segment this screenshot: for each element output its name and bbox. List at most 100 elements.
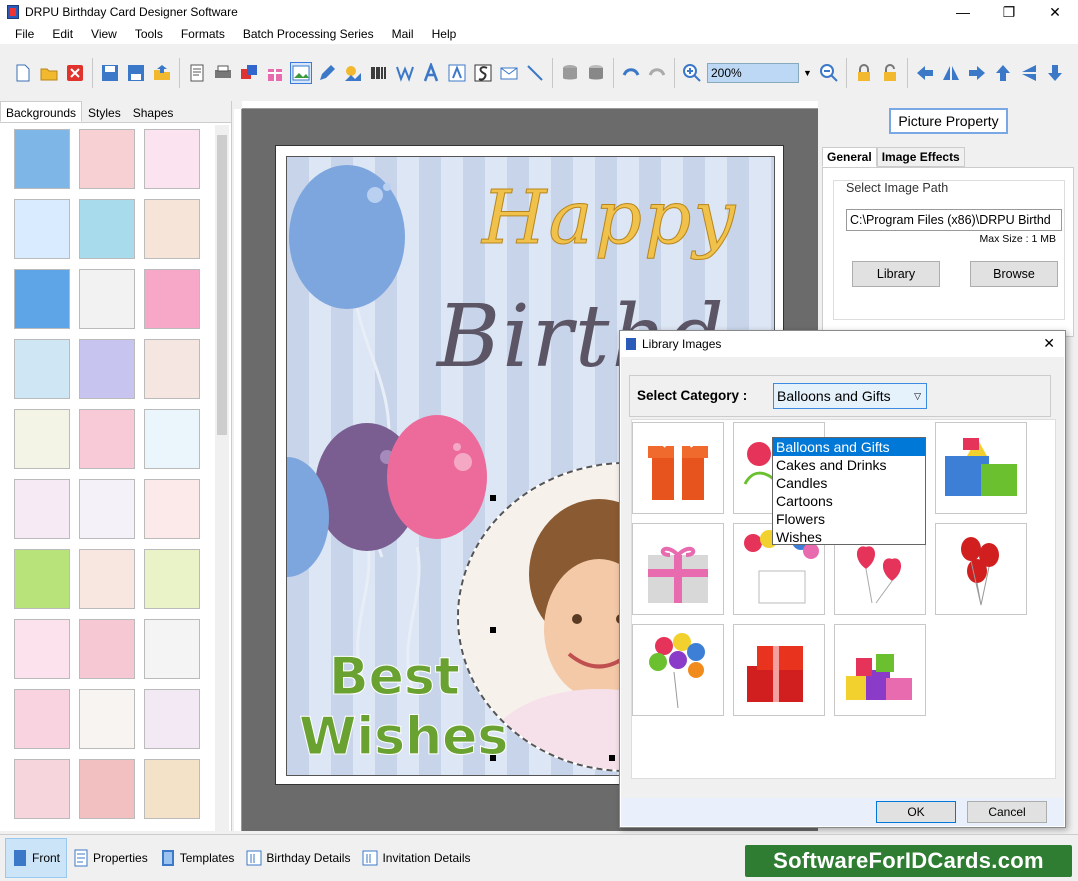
background-thumbnail[interactable] — [144, 269, 200, 329]
unlock-icon[interactable] — [879, 62, 901, 84]
category-option-balloons-and-gifts[interactable]: Balloons and Gifts — [773, 438, 925, 456]
lock-icon[interactable] — [853, 62, 875, 84]
bottom-tab-properties[interactable]: Properties — [67, 838, 154, 878]
library-image-red-gift-stack[interactable] — [733, 624, 825, 716]
category-option-candles[interactable]: Candles — [773, 474, 925, 492]
background-thumbnail[interactable] — [14, 339, 70, 399]
background-thumbnail[interactable] — [144, 549, 200, 609]
library-button[interactable]: Library — [852, 261, 940, 287]
print-icon[interactable] — [212, 62, 234, 84]
background-thumbnail[interactable] — [144, 759, 200, 819]
category-option-wishes[interactable]: Wishes — [773, 528, 925, 546]
background-thumbnail[interactable] — [14, 479, 70, 539]
menu-mail[interactable]: Mail — [383, 24, 423, 44]
background-thumbnail[interactable] — [14, 549, 70, 609]
background-thumbnail[interactable] — [144, 619, 200, 679]
arrow-down-icon[interactable] — [1044, 62, 1066, 84]
happy-text[interactable]: Happy — [481, 175, 737, 262]
flip-horizontal-icon[interactable] — [940, 62, 962, 84]
library-image-gift-pile[interactable] — [834, 624, 926, 716]
tab-shapes[interactable]: Shapes — [127, 101, 180, 122]
background-thumbnail[interactable] — [79, 269, 135, 329]
category-select[interactable]: Balloons and Gifts ▽ — [773, 383, 927, 409]
wishes-text[interactable]: Wishes — [298, 707, 508, 768]
database-icon[interactable] — [559, 62, 581, 84]
background-thumbnail[interactable] — [144, 129, 200, 189]
background-thumbnail[interactable] — [14, 689, 70, 749]
picture-icon[interactable] — [342, 62, 364, 84]
zoom-out-icon[interactable] — [818, 62, 840, 84]
redo-icon[interactable] — [646, 62, 668, 84]
arrow-up-icon[interactable] — [992, 62, 1014, 84]
mail-icon[interactable] — [498, 62, 520, 84]
cancel-button[interactable]: Cancel — [967, 801, 1047, 823]
minimize-button[interactable]: — — [940, 0, 986, 24]
background-thumbnail[interactable] — [144, 339, 200, 399]
background-thumbnail[interactable] — [14, 619, 70, 679]
bottom-tab-front[interactable]: Front — [5, 838, 68, 878]
zoom-input[interactable]: 200% — [707, 63, 799, 83]
background-thumbnail[interactable] — [79, 409, 135, 469]
background-thumbnail[interactable] — [79, 129, 135, 189]
left-scrollbar[interactable] — [215, 125, 229, 831]
library-image-gift-pink[interactable] — [632, 523, 724, 615]
library-image-gift-orange[interactable] — [632, 422, 724, 514]
open-folder-icon[interactable] — [38, 62, 60, 84]
background-thumbnail[interactable] — [79, 759, 135, 819]
export-icon[interactable] — [151, 62, 173, 84]
flip-vertical-icon[interactable] — [1018, 62, 1040, 84]
background-thumbnail[interactable] — [79, 619, 135, 679]
background-thumbnail[interactable] — [79, 689, 135, 749]
insert-image-icon[interactable] — [290, 62, 312, 84]
browse-button[interactable]: Browse — [970, 261, 1058, 287]
tab-styles[interactable]: Styles — [82, 101, 127, 122]
tab-general[interactable]: General — [822, 147, 877, 167]
pencil-icon[interactable] — [316, 62, 338, 84]
resize-handle[interactable] — [490, 627, 496, 633]
print-preview-icon[interactable] — [186, 62, 208, 84]
close-button[interactable]: ✕ — [1032, 0, 1078, 24]
signature-icon[interactable] — [472, 62, 494, 84]
menu-view[interactable]: View — [82, 24, 126, 44]
menu-batch-processing[interactable]: Batch Processing Series — [234, 24, 383, 44]
ok-button[interactable]: OK — [876, 801, 956, 823]
library-image-gift-box-blue[interactable] — [935, 422, 1027, 514]
background-thumbnail[interactable] — [144, 409, 200, 469]
tab-image-effects[interactable]: Image Effects — [876, 147, 965, 167]
background-thumbnail[interactable] — [144, 479, 200, 539]
background-thumbnail[interactable] — [79, 479, 135, 539]
dialog-close-button[interactable]: ✕ — [1043, 335, 1055, 352]
menu-formats[interactable]: Formats — [172, 24, 234, 44]
background-thumbnail[interactable] — [144, 199, 200, 259]
save-as-icon[interactable] — [125, 62, 147, 84]
line-icon[interactable] — [524, 62, 546, 84]
background-thumbnail[interactable] — [79, 199, 135, 259]
menu-file[interactable]: File — [6, 24, 43, 44]
maximize-button[interactable]: ❐ — [986, 0, 1032, 24]
bottom-tab-templates[interactable]: Templates — [154, 838, 241, 878]
background-thumbnail[interactable] — [14, 269, 70, 329]
background-thumbnail[interactable] — [14, 759, 70, 819]
gift-icon[interactable] — [264, 62, 286, 84]
menu-help[interactable]: Help — [423, 24, 466, 44]
background-thumbnail[interactable] — [79, 339, 135, 399]
scroll-thumb[interactable] — [217, 135, 227, 435]
arrow-left-icon[interactable] — [914, 62, 936, 84]
undo-icon[interactable] — [620, 62, 642, 84]
bottom-tab-birthday-details[interactable]: Birthday Details — [240, 838, 356, 878]
chevron-down-icon[interactable]: ▼ — [803, 68, 812, 78]
best-text[interactable]: Best — [329, 647, 461, 708]
layers-icon[interactable] — [238, 62, 260, 84]
library-image-red-balloons[interactable] — [935, 523, 1027, 615]
zoom-in-icon[interactable] — [681, 62, 703, 84]
tab-backgrounds[interactable]: Backgrounds — [0, 101, 83, 122]
resize-handle[interactable] — [490, 755, 496, 761]
text-icon[interactable] — [420, 62, 442, 84]
background-thumbnail[interactable] — [14, 129, 70, 189]
library-image-colorful-balloons[interactable] — [632, 624, 724, 716]
word-art-icon[interactable] — [394, 62, 416, 84]
menu-tools[interactable]: Tools — [126, 24, 172, 44]
background-thumbnail[interactable] — [79, 549, 135, 609]
bottom-tab-invitation-details[interactable]: Invitation Details — [356, 838, 476, 878]
resize-handle[interactable] — [609, 755, 615, 761]
